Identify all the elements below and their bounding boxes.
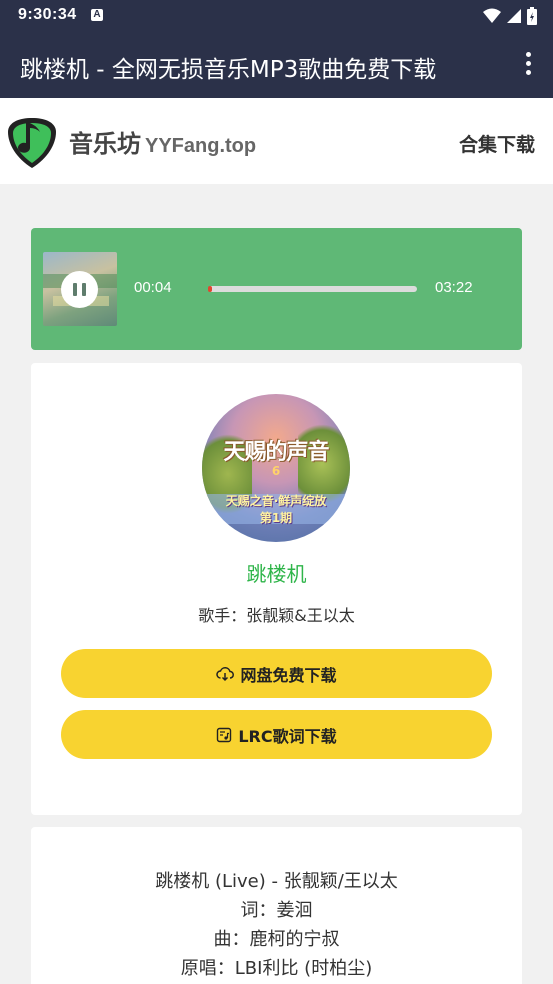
lyrics-card: 跳楼机 (Live) - 张靓颖/王以太 词：姜洄 曲：鹿柯的宁叔 原唱：LBI… — [31, 827, 522, 984]
site-name[interactable]: 音乐坊 YYFang.top — [69, 124, 256, 159]
current-time: 00:04 — [134, 279, 172, 296]
lyrics-file-icon — [217, 727, 232, 742]
more-options-icon[interactable] — [521, 52, 535, 78]
album-art: 天赐的声音 6 天赐之音·鲜声绽放 第1期 — [202, 394, 350, 542]
song-card: 天赐的声音 6 天赐之音·鲜声绽放 第1期 跳楼机 歌手：张靓颖&王以太 网盘免… — [31, 363, 522, 815]
wifi-icon — [483, 8, 501, 23]
progress-fill — [208, 286, 213, 292]
album-art-episode: 第1期 — [259, 511, 293, 525]
lyric-line: 跳楼机 (Live) - 张靓颖/王以太 — [155, 871, 398, 892]
a-icon: A — [91, 9, 103, 21]
status-icons — [483, 7, 537, 25]
audio-player: 00:04 03:22 — [31, 228, 522, 350]
cloud-download-icon — [216, 666, 235, 681]
music-logo-icon[interactable] — [6, 114, 58, 170]
lrc-download-button[interactable]: LRC歌词下载 — [61, 710, 492, 759]
song-title: 跳楼机 — [246, 562, 307, 586]
app-title: 跳楼机 - 全网无损音乐MP3歌曲免费下载 — [20, 57, 437, 83]
site-name-text: 音乐坊 — [69, 130, 141, 158]
album-art-number: 6 — [271, 464, 281, 478]
battery-icon — [527, 7, 537, 25]
status-time: 9:30:34 — [18, 6, 77, 23]
status-bar: 9:30:34 A — [0, 0, 553, 32]
pause-button[interactable] — [61, 271, 98, 308]
app-bar: 跳楼机 - 全网无损音乐MP3歌曲免费下载 — [0, 32, 553, 98]
lyric-line: 原唱：LBI利比 (时柏尘) — [180, 958, 373, 979]
collection-download-link[interactable]: 合集下载 — [459, 130, 535, 157]
album-art-title: 天赐的声音 — [223, 440, 329, 465]
netdisk-download-label: 网盘免费下载 — [240, 665, 337, 685]
signal-icon — [507, 9, 521, 23]
total-time: 03:22 — [435, 279, 473, 296]
lyric-line: 词：姜洄 — [240, 900, 313, 921]
site-domain: YYFang.top — [145, 135, 257, 157]
netdisk-download-button[interactable]: 网盘免费下载 — [61, 649, 492, 698]
lyric-line: 曲：鹿柯的宁叔 — [213, 929, 340, 950]
album-art-subtitle: 天赐之音·鲜声绽放 — [225, 494, 327, 508]
lrc-download-label: LRC歌词下载 — [238, 726, 337, 746]
progress-bar[interactable] — [208, 286, 417, 292]
song-artist: 歌手：张靓颖&王以太 — [198, 606, 355, 625]
